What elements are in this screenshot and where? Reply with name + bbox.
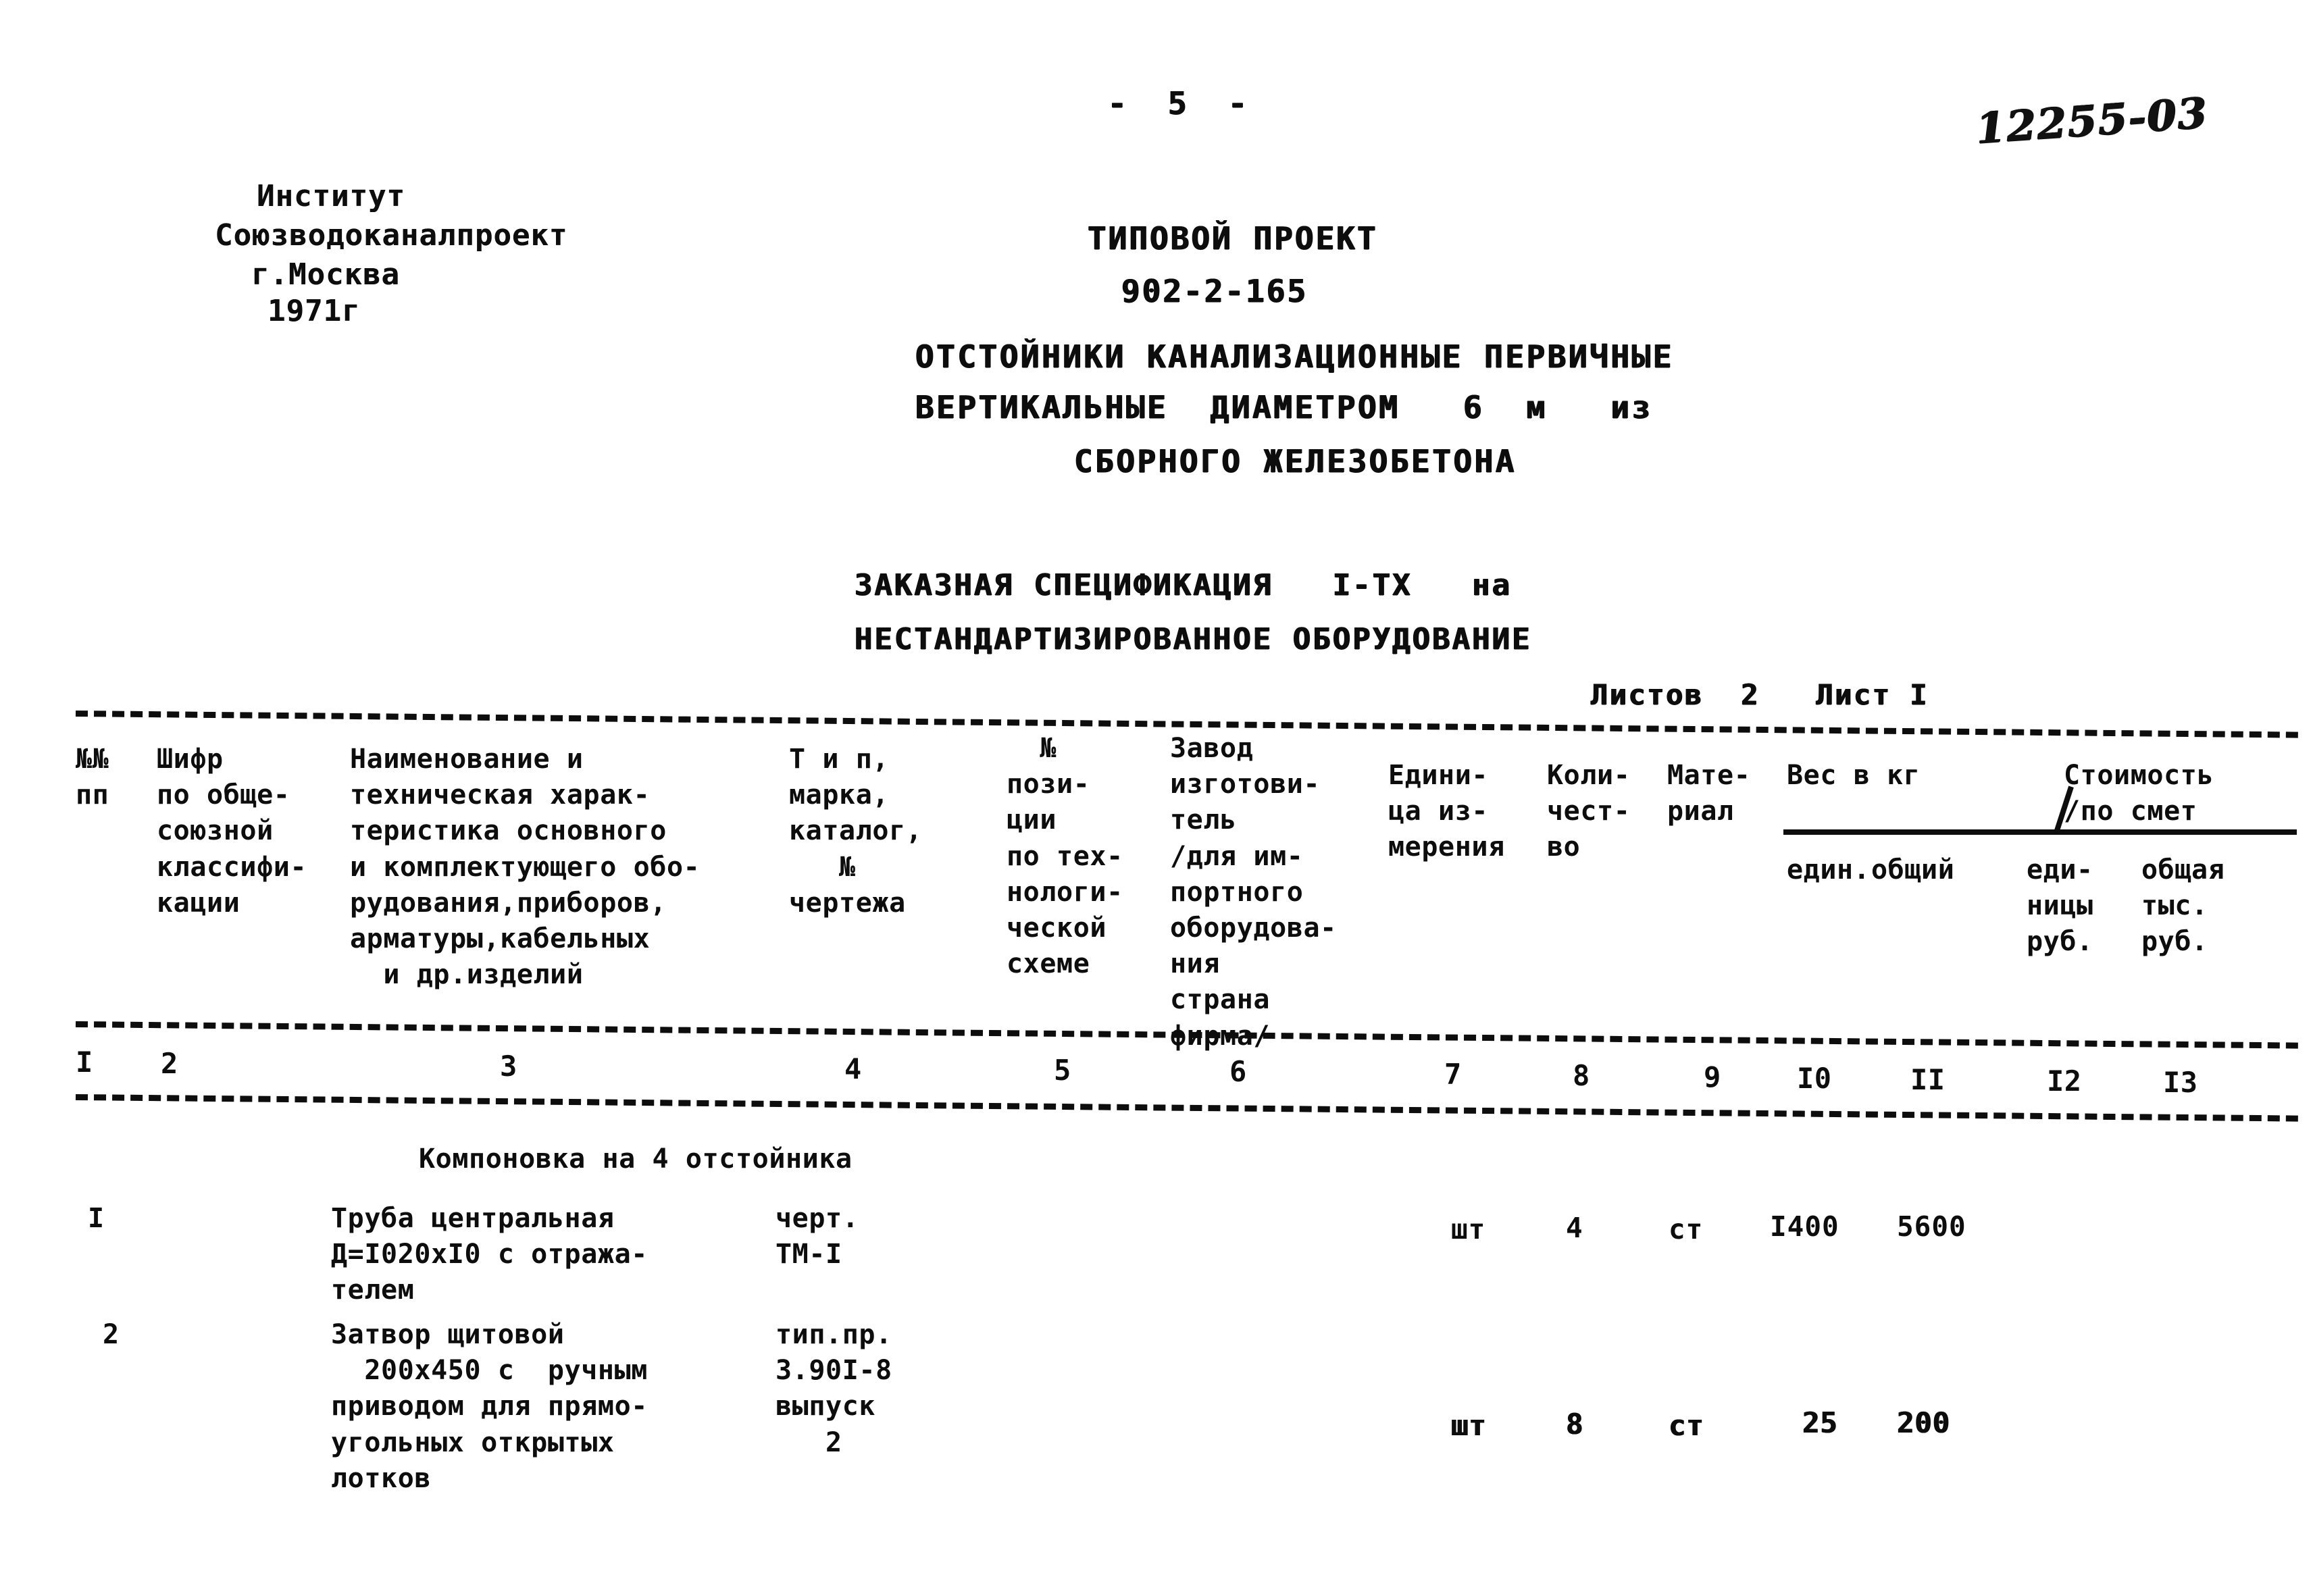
row-1-weight-total: 5600	[1897, 1210, 1966, 1243]
header-col-12: еди- ницы руб.	[2027, 854, 2093, 958]
page-number-marker: - 5 -	[1108, 85, 1248, 122]
row-2-weight-total: 200	[1897, 1406, 1950, 1439]
row-2-number: 2	[103, 1319, 120, 1350]
header-col-7: Едини- ца из- мерения	[1388, 760, 1505, 863]
sheets-info: Листов 2 Лист I	[1591, 678, 1929, 711]
header-col-13: общая тыс. руб.	[2141, 854, 2225, 958]
header-price-group: Стоимость /по смет	[2064, 760, 2214, 827]
project-title-line-2: ВЕРТИКАЛЬНЫЕ ДИАМЕТРОМ 6 м из	[915, 389, 1653, 426]
column-number-13: I3	[2163, 1066, 2198, 1099]
handwritten-archive-code: 12255-03	[1974, 88, 2210, 153]
spec-heading-line-2: НЕСТАНДАРТИЗИРОВАННОЕ ОБОРУДОВАНИЕ	[855, 622, 1532, 657]
project-code: 902-2-165	[1121, 273, 1308, 309]
column-number-10: I0	[1797, 1062, 1832, 1095]
column-number-1: I	[76, 1046, 93, 1079]
row-1-unit: шт	[1451, 1213, 1486, 1245]
row-1-type: черт. ТМ-I	[776, 1203, 859, 1270]
header-col-9: Мате- риал	[1667, 760, 1751, 827]
header-col-1: №№ пп	[76, 744, 109, 811]
column-number-7: 7	[1444, 1058, 1462, 1091]
row-1-number: I	[88, 1203, 105, 1234]
row-2-qty: 8	[1566, 1408, 1584, 1441]
row-1-material: ст	[1669, 1213, 1704, 1245]
row-2-type: тип.пр. 3.90I-8 выпуск 2	[776, 1319, 892, 1458]
row-1-qty: 4	[1566, 1212, 1583, 1244]
institute-line-1: Институт	[257, 179, 405, 213]
column-number-2: 2	[161, 1047, 178, 1080]
row-2-material: ст	[1669, 1409, 1704, 1442]
institute-line-3: г.Москва	[251, 257, 400, 292]
row-2-weight-unit: 25	[1802, 1406, 1838, 1439]
header-col-6: Завод изготови- тель /для им- портного о…	[1170, 733, 1337, 1052]
header-col-2: Шифр по обще- союзной классифи- кации	[157, 744, 307, 919]
column-number-8: 8	[1573, 1059, 1590, 1092]
column-number-4: 4	[844, 1052, 862, 1085]
header-col-10: един.	[1787, 854, 1871, 885]
table-rule-colnum-bottom	[75, 1094, 2298, 1122]
header-weight-group: Вес в кг	[1787, 760, 1921, 791]
column-number-3: 3	[500, 1050, 517, 1083]
institute-line-4: 1971г	[268, 294, 361, 328]
header-col-5: № пози- ции по тех- нологи- ческой схеме	[1007, 733, 1123, 980]
header-col-11: общий	[1871, 854, 1955, 885]
column-number-6: 6	[1229, 1055, 1247, 1088]
institute-line-2: Союзводоканалпроект	[215, 218, 568, 253]
spec-heading-line-1: ЗАКАЗНАЯ СПЕЦИФИКАЦИЯ I-TX на	[855, 568, 1513, 602]
project-title-line-1: ОТСТОЙНИКИ КАНАЛИЗАЦИОННЫЕ ПЕРВИЧНЫЕ	[915, 338, 1674, 375]
column-number-5: 5	[1054, 1054, 1071, 1087]
row-1-weight-unit: I400	[1770, 1210, 1839, 1243]
header-weight-underline	[1783, 829, 2297, 835]
column-number-12: I2	[2047, 1064, 2082, 1098]
project-title-line-3: СБОРНОГО ЖЕЛЕЗОБЕТОНА	[1074, 443, 1517, 480]
row-2-name: Затвор щитовой 200х450 с ручным приводом…	[331, 1319, 648, 1494]
header-col-4: Т и п, марка, каталог, № чертежа	[789, 744, 923, 919]
project-kind: ТИПОВОЙ ПРОЕКТ	[1088, 220, 1378, 257]
column-number-9: 9	[1704, 1060, 1721, 1093]
section-note: Компоновка на 4 отстойника	[419, 1143, 853, 1175]
document-page: - 5 - 12255-03 Институт Союзводоканалпро…	[0, 0, 2313, 1596]
row-1-name: Труба центральная Д=I020xI0 с отража- те…	[331, 1203, 648, 1306]
column-number-11: II	[1910, 1063, 1946, 1096]
row-2-unit: шт	[1451, 1409, 1487, 1442]
header-col-3: Наименование и техническая харак- терист…	[350, 744, 701, 991]
header-col-8: Коли- чест- во	[1547, 760, 1631, 863]
